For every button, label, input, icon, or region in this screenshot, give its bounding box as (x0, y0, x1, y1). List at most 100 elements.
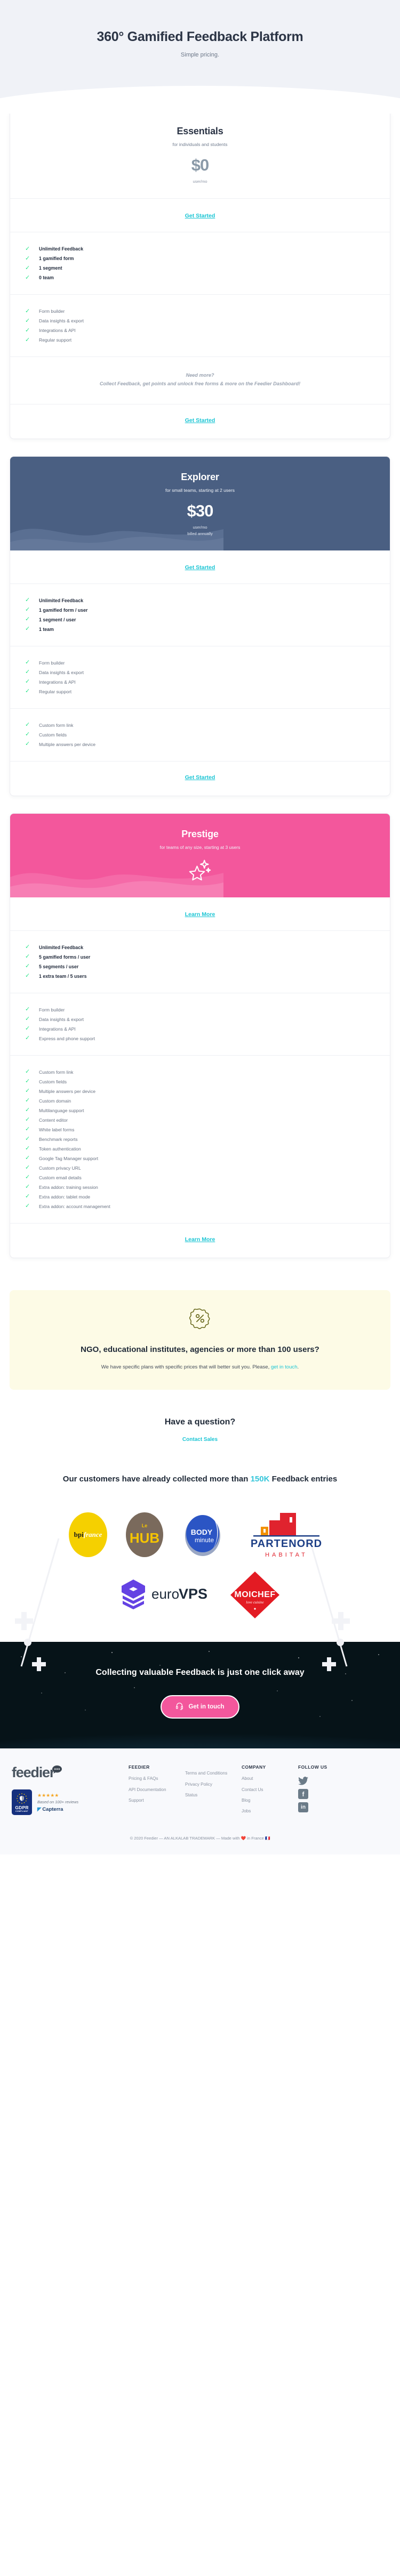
feature-row: ✓ Unlimited Feedback (25, 596, 375, 605)
bpifrance-logo: bpifrance (69, 1512, 107, 1558)
ngo-banner: NGO, educational institutes, agencies or… (10, 1290, 390, 1390)
check-icon: ✓ (25, 274, 30, 281)
facebook-icon[interactable]: f (298, 1789, 308, 1800)
check-icon: ✓ (25, 616, 30, 623)
feedier-logo[interactable]: feedier (12, 1764, 121, 1781)
plan-features-secondary: ✓ Form builder ✓ Data insights & export ✓ I… (10, 295, 390, 358)
footer-link-blog[interactable]: Blog (242, 1797, 291, 1803)
check-icon: ✓ (25, 1107, 30, 1114)
feature-label: Custom form link (39, 1069, 74, 1075)
check-icon: ✓ (25, 688, 30, 695)
plan-features-tertiary: ✓ Custom form link ✓ Custom fields ✓ Multip… (10, 709, 390, 762)
footer-link-contact-us[interactable]: Contact Us (242, 1787, 291, 1793)
check-icon: ✓ (25, 317, 30, 324)
get-in-touch-button[interactable]: Get in touch (161, 1695, 239, 1719)
learn-more-link[interactable]: Learn More (185, 911, 215, 918)
plan-header: Explorer for small teams, starting at 2 … (10, 457, 390, 550)
twitter-icon[interactable] (298, 1776, 308, 1786)
ngo-text: We have specific plans with specific pri… (25, 1363, 375, 1372)
get-in-touch-link[interactable]: get in touch (271, 1364, 298, 1370)
svg-text:MOICHEF: MOICHEF (234, 1590, 275, 1599)
footer-link-terms[interactable]: Terms and Conditions (185, 1770, 234, 1776)
check-icon: ✓ (25, 1193, 30, 1200)
feature-row: ✓ Google Tag Manager support (25, 1154, 375, 1163)
get-started-link[interactable]: Get Started (185, 564, 215, 571)
plan-features-primary: ✓ Unlimited Feedback ✓ 5 gamified forms / … (10, 931, 390, 993)
feature-row: ✓ Integrations & API (25, 326, 375, 335)
footer-column-title: COMPANY (242, 1764, 266, 1770)
feature-row: ✓ Data insights & export (25, 316, 375, 326)
plan-unit: user/mo billed annually (21, 524, 379, 537)
check-icon: ✓ (25, 1006, 30, 1013)
feature-label: Express and phone support (39, 1035, 95, 1041)
check-icon: ✓ (25, 1116, 30, 1123)
plan-header: Prestige for teams of any size, starting… (10, 813, 390, 897)
feature-label: Unlimited Feedback (39, 944, 84, 950)
footer-link-api-documentation[interactable]: API Documentation (129, 1787, 178, 1793)
feature-row: ✓ Form builder (25, 306, 375, 316)
feature-label: Extra addon: tablet mode (39, 1194, 91, 1200)
headset-icon (175, 1702, 183, 1712)
feature-row: ✓ Regular support (25, 335, 375, 345)
plan-cta-bottom: Learn More (10, 1224, 390, 1258)
plan-card-explorer: Explorer for small teams, starting at 2 … (10, 456, 390, 796)
feature-row: ✓ Custom form link (25, 1067, 375, 1077)
customer-logo-moichef: MOICHEF love cuisine (228, 1569, 282, 1621)
footer-link-status[interactable]: Status (185, 1792, 234, 1798)
gdpr-compliant-badge: GDPR COMPLIANT (12, 1789, 32, 1816)
customers-headline-after: Feedback entries (269, 1474, 338, 1484)
footer-brand-column: feedier GDPR COMPLIANT ★★★★★ Based on 10… (12, 1764, 121, 1818)
get-started-link[interactable]: Get Started (185, 213, 215, 219)
check-icon: ✓ (25, 678, 30, 685)
check-icon: ✓ (25, 1025, 30, 1032)
feature-row: ✓ Custom form link (25, 720, 375, 730)
check-icon: ✓ (25, 1035, 30, 1042)
feature-label: Multilanguage support (39, 1107, 84, 1113)
feature-row: ✓ Custom fields (25, 730, 375, 740)
gdpr-label: GDPR (15, 1805, 29, 1811)
plan-description: for individuals and students (172, 142, 228, 147)
feature-row: ✓ Multilanguage support (25, 1106, 375, 1115)
plan-cta-top: Learn More (10, 897, 390, 931)
feature-label: Integrations & API (39, 328, 76, 334)
feature-label: 1 gamified form / user (39, 607, 88, 613)
customers-headline-before: Our customers have already collected mor… (62, 1474, 251, 1484)
customers-headline: Our customers have already collected mor… (61, 1473, 339, 1486)
footer-column-title: FEEDIER (129, 1764, 150, 1770)
feature-row: ✓ Integrations & API (25, 677, 375, 687)
feature-row: ✓ Custom fields (25, 1077, 375, 1087)
feature-label: Unlimited Feedback (39, 597, 84, 603)
partenord-habitat-logo: PARTENORD HABITAT (251, 1513, 322, 1558)
check-icon: ✓ (25, 327, 30, 334)
footer-link-about[interactable]: About (242, 1776, 291, 1781)
check-icon: ✓ (25, 1136, 30, 1143)
capterra-rating: ★★★★★ Based on 100+ reviews ◤ Capterra (37, 1793, 78, 1812)
plan-cta-top: Get Started (10, 199, 390, 233)
footer-link-jobs[interactable]: Jobs (242, 1808, 291, 1814)
customers-section: Our customers have already collected mor… (0, 1469, 400, 1671)
plan-price: $30 (187, 501, 214, 521)
feature-row: ✓ 5 gamified forms / user (25, 952, 375, 962)
check-icon: ✓ (25, 963, 30, 970)
feature-row: ✓ Extra addon: training session (25, 1182, 375, 1192)
footer-link-privacy[interactable]: Privacy Policy (185, 1781, 234, 1787)
plan-name: Essentials (177, 126, 223, 136)
check-icon: ✓ (25, 626, 30, 633)
question-title: Have a question? (164, 1417, 236, 1427)
contact-sales-link[interactable]: Contact Sales (182, 1437, 218, 1443)
get-started-link[interactable]: Get Started (185, 774, 215, 781)
feature-row: ✓ 1 gamified form (25, 254, 375, 263)
learn-more-link[interactable]: Learn More (185, 1236, 215, 1243)
linkedin-icon[interactable]: in (298, 1802, 308, 1813)
feature-label: Google Tag Manager support (39, 1155, 99, 1161)
plan-features-primary: ✓ Unlimited Feedback ✓ 1 gamified form ✓ 1 … (10, 232, 390, 295)
footer-follow-title: FOLLOW US (298, 1764, 327, 1770)
footer: feedier GDPR COMPLIANT ★★★★★ Based on 10… (0, 1748, 400, 1854)
feature-row: ✓ 1 team (25, 625, 375, 634)
footer-link-support[interactable]: Support (129, 1797, 178, 1803)
footer-column-feedier: FEEDIER Pricing & FAQs API Documentation… (129, 1764, 178, 1818)
feature-label: Form builder (39, 660, 65, 666)
footer-link-pricing-faqs[interactable]: Pricing & FAQs (129, 1776, 178, 1781)
get-started-link[interactable]: Get Started (185, 417, 215, 424)
plan-card-prestige: Prestige for teams of any size, starting… (10, 813, 390, 1258)
